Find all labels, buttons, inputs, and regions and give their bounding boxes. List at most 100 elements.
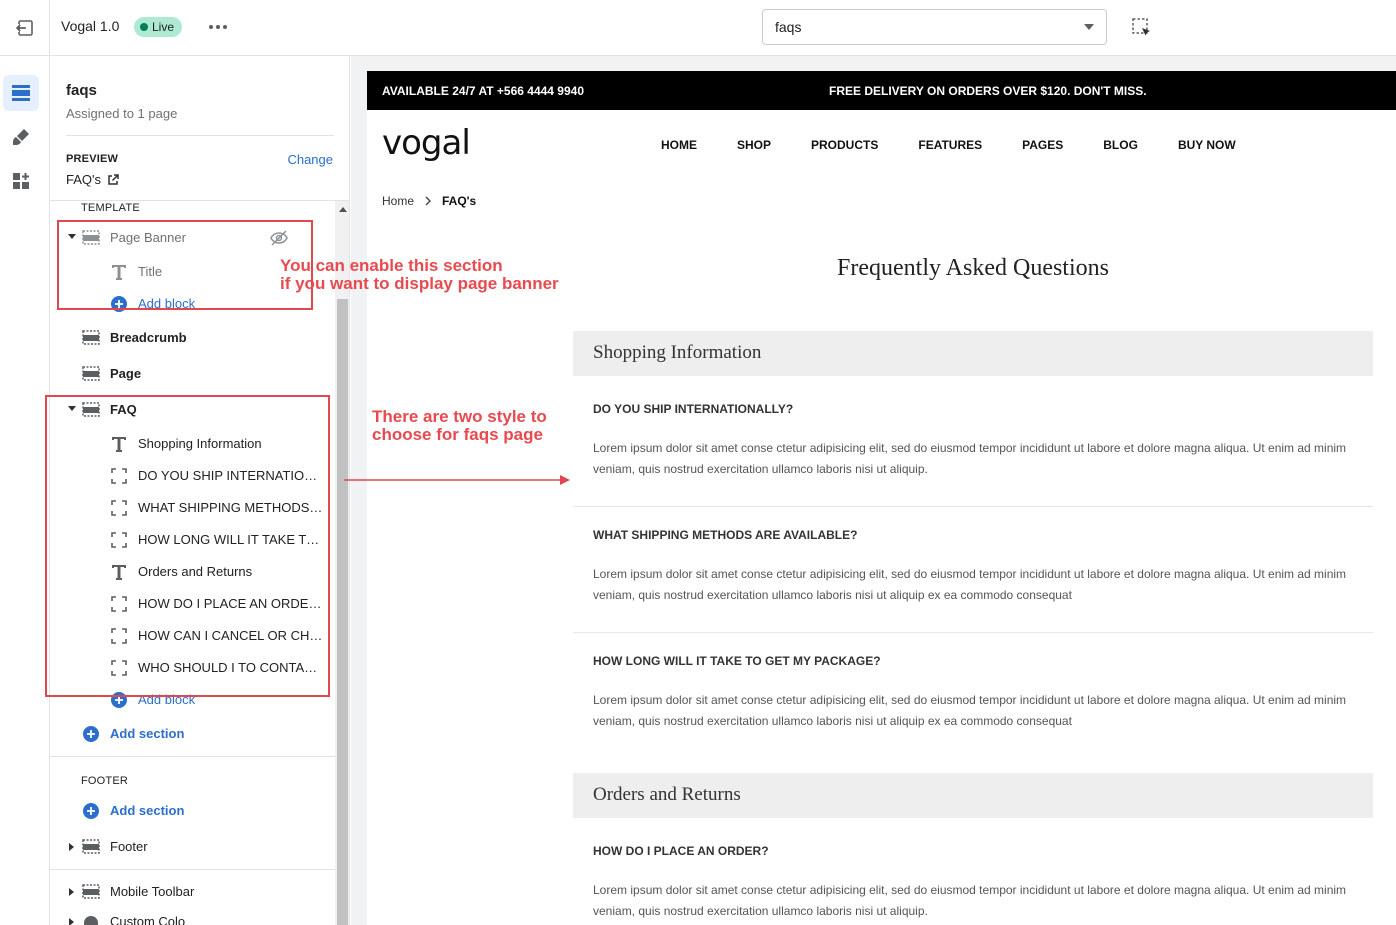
theme-settings-tab-button[interactable]: [3, 119, 39, 155]
change-preview-link[interactable]: Change: [287, 152, 333, 167]
plus-circle-icon: [83, 803, 99, 819]
nav-item-pages[interactable]: PAGES: [1022, 138, 1063, 152]
faq-answer: Lorem ipsum dolor sit amet conse ctetur …: [593, 693, 1347, 728]
faq-item[interactable]: WHAT SHIPPING METHODS ARE AVAILABLE? Lor…: [593, 528, 1353, 606]
apps-icon: [13, 173, 29, 189]
nav-item-features[interactable]: FEATURES: [918, 138, 982, 152]
scroll-up-arrow-icon[interactable]: [339, 207, 347, 212]
faq-divider: [573, 506, 1373, 507]
divider: [50, 869, 335, 870]
main-navigation: HOME SHOP PRODUCTS FEATURES PAGES BLOG B…: [661, 138, 1276, 152]
section-icon: [82, 884, 100, 899]
faq-item[interactable]: DO YOU SHIP INTERNATIONALLY? Lorem ipsum…: [593, 402, 1353, 480]
nav-item-blog[interactable]: BLOG: [1103, 138, 1138, 152]
section-label: Page: [110, 366, 142, 381]
faq-category-header: Orders and Returns: [573, 773, 1373, 818]
breadcrumb-current: FAQ's: [442, 194, 477, 208]
chevron-down-icon: [1084, 24, 1094, 30]
nav-item-buy-now[interactable]: BUY NOW: [1178, 138, 1236, 152]
expand-arrow-icon[interactable]: [69, 918, 74, 925]
faq-divider: [573, 632, 1373, 633]
faq-category-header: Shopping Information: [573, 331, 1373, 376]
nav-item-home[interactable]: HOME: [661, 138, 697, 152]
faq-item[interactable]: HOW LONG WILL IT TAKE TO GET MY PACKAGE?…: [593, 654, 1353, 732]
section-label: Footer: [110, 839, 148, 854]
section-mobile-toolbar[interactable]: Mobile Toolbar: [50, 876, 335, 908]
preview-page-link[interactable]: FAQ's: [66, 172, 119, 187]
preview-page-label: FAQ's: [66, 172, 101, 187]
announcement-contact: AVAILABLE 24/7 AT +566 4444 9940: [382, 84, 584, 98]
template-select[interactable]: faqs: [762, 9, 1107, 45]
sidebar-scrollbar[interactable]: [335, 201, 349, 925]
editor-topbar: Vogal 1.0 Live faqs: [0, 0, 1396, 56]
section-page[interactable]: Page: [50, 358, 335, 390]
faq-answer: Lorem ipsum dolor sit amet conse ctetur …: [593, 567, 1347, 602]
section-custom-colors[interactable]: Custom Colo: [50, 906, 335, 925]
sections-tab-button[interactable]: [3, 75, 39, 111]
section-label: Breadcrumb: [110, 330, 187, 345]
add-section-label: Add section: [110, 803, 185, 818]
section-label: Mobile Toolbar: [110, 884, 195, 899]
add-section-footer-button[interactable]: Add section: [50, 795, 335, 827]
annotation-faq-note: There are two style to choose for faqs p…: [372, 407, 547, 444]
nav-item-products[interactable]: PRODUCTS: [811, 138, 878, 152]
template-select-value: faqs: [775, 19, 802, 35]
paint-brush-icon: [13, 129, 29, 145]
exit-icon: [15, 20, 33, 36]
more-horizontal-icon: [209, 25, 227, 29]
live-badge-label: Live: [152, 20, 175, 34]
exit-button[interactable]: [0, 0, 50, 56]
editor-icon-rail: [0, 56, 50, 925]
faq-answer: Lorem ipsum dolor sit amet conse ctetur …: [593, 441, 1347, 476]
annotation-page-banner-note: You can enable this section if you want …: [280, 256, 559, 293]
expand-arrow-icon[interactable]: [69, 843, 74, 851]
live-dot-icon: [140, 23, 148, 31]
faq-answer: Lorem ipsum dolor sit amet conse ctetur …: [593, 883, 1347, 918]
theme-name: Vogal 1.0: [61, 18, 120, 34]
nav-item-shop[interactable]: SHOP: [737, 138, 771, 152]
annotation-arrow-icon: [344, 475, 570, 485]
divider: [66, 135, 334, 136]
sections-icon: [12, 85, 30, 101]
breadcrumb: Home FAQ's: [382, 194, 476, 208]
annotation-box-page-banner: [57, 220, 313, 310]
app-embeds-tab-button[interactable]: [3, 163, 39, 199]
section-label: Custom Colo: [110, 914, 186, 925]
faq-question: WHAT SHIPPING METHODS ARE AVAILABLE?: [593, 528, 858, 542]
inspector-toggle-button[interactable]: [1129, 15, 1155, 41]
live-badge: Live: [134, 17, 183, 37]
footer-group-label: FOOTER: [81, 775, 129, 787]
faq-item[interactable]: HOW DO I PLACE AN ORDER? Lorem ipsum dol…: [593, 844, 1353, 922]
faq-question: HOW DO I PLACE AN ORDER?: [593, 844, 769, 858]
section-icon: [82, 839, 100, 854]
section-icon: [82, 330, 100, 345]
template-group-label: TEMPLATE: [81, 202, 140, 214]
palette-icon: [84, 916, 98, 925]
storefront-preview: AVAILABLE 24/7 AT +566 4444 9940 FREE DE…: [351, 56, 1396, 925]
divider: [50, 756, 335, 757]
add-section-template-button[interactable]: Add section: [50, 718, 335, 750]
store-page: AVAILABLE 24/7 AT +566 4444 9940 FREE DE…: [367, 71, 1396, 925]
select-cursor-icon: [1132, 18, 1150, 36]
section-icon: [82, 366, 100, 381]
announcement-bar: AVAILABLE 24/7 AT +566 4444 9940 FREE DE…: [367, 71, 1396, 110]
annotation-box-faq: [45, 395, 330, 697]
chevron-right-icon: [425, 196, 432, 206]
section-breadcrumb[interactable]: Breadcrumb: [50, 322, 335, 354]
store-logo[interactable]: vogal: [382, 123, 471, 163]
page-title: Frequently Asked Questions: [837, 255, 1109, 281]
add-section-label: Add section: [110, 726, 185, 741]
more-actions-button[interactable]: [206, 14, 230, 40]
section-footer[interactable]: Footer: [50, 831, 335, 863]
plus-circle-icon: [83, 726, 99, 742]
announcement-promo: FREE DELIVERY ON ORDERS OVER $120. DON'T…: [829, 84, 1147, 98]
template-assignment: Assigned to 1 page: [66, 106, 178, 121]
template-title: faqs: [66, 82, 97, 99]
expand-arrow-icon[interactable]: [69, 888, 74, 896]
scroll-thumb[interactable]: [337, 299, 348, 925]
external-link-icon: [108, 173, 119, 185]
preview-label: PREVIEW: [66, 153, 119, 165]
faq-question: DO YOU SHIP INTERNATIONALLY?: [593, 402, 794, 416]
breadcrumb-home-link[interactable]: Home: [382, 194, 414, 208]
faq-question: HOW LONG WILL IT TAKE TO GET MY PACKAGE?: [593, 654, 881, 668]
